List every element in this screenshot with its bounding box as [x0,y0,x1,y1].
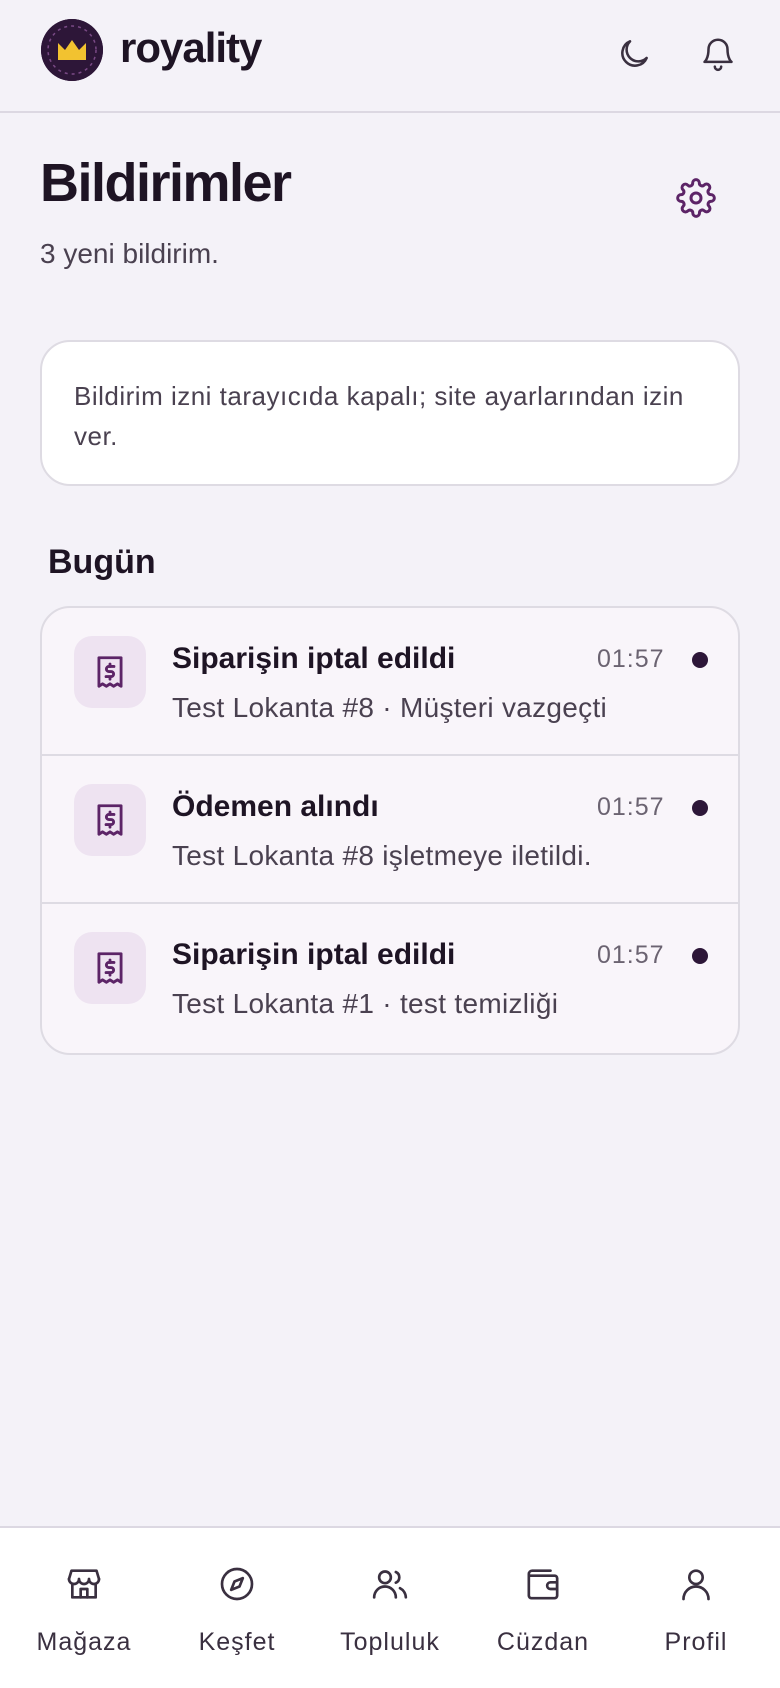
notification-title: Siparişin iptal edildi [172,938,456,971]
nav-item-store[interactable]: Mağaza [14,1564,154,1674]
nav-item-wallet[interactable]: Cüzdan [473,1564,613,1674]
notification-body: Test Lokanta #8 işletmeye iletildi. [172,840,592,871]
page-title: Bildirimler [40,153,292,213]
nav-label: Keşfet [198,1628,276,1656]
bottom-nav: Mağaza Keşfet Topluluk Cüzdan Profil [0,1526,780,1688]
nav-item-explore[interactable]: Keşfet [167,1564,307,1674]
user-icon [682,1569,710,1601]
section-label-today: Bugün [48,543,156,581]
compass-icon [220,1567,254,1601]
receipt-icon [74,636,146,708]
top-bar: royality [0,0,780,113]
notification-time: 01:57 [597,645,665,673]
nav-label: Profil [664,1628,728,1656]
nav-label: Cüzdan [496,1628,590,1656]
notification-body: Test Lokanta #8 · Müşteri vazgeçti [172,692,608,723]
wallet-icon [527,1569,559,1600]
dark-mode-toggle[interactable] [612,32,656,76]
notification-item[interactable]: Siparişin iptal edildi 01:57 Test Lokant… [42,904,738,1052]
receipt-icon [74,784,146,856]
nav-item-profile[interactable]: Profil [626,1564,766,1674]
unread-dot [692,948,708,964]
notification-item[interactable]: Ödemen alındı 01:57 Test Lokanta #8 işle… [42,756,738,904]
receipt-icon [74,932,146,1004]
notification-list: Siparişin iptal edildi 01:57 Test Lokant… [40,606,740,1055]
notification-title: Siparişin iptal edildi [172,642,456,675]
notification-time: 01:57 [597,793,665,821]
notification-body: Test Lokanta #1 · test temizliği [172,988,559,1019]
notifications-button[interactable] [696,32,740,76]
unread-count: 3 yeni bildirim. [40,238,219,269]
unread-dot [692,800,708,816]
gear-icon [676,178,716,218]
crown-icon [41,19,103,81]
moon-icon [621,40,648,67]
notification-time: 01:57 [597,941,665,969]
unread-dot [692,652,708,668]
nav-label: Mağaza [36,1628,132,1656]
users-icon [372,1570,408,1599]
brand-logo[interactable] [41,19,103,81]
bell-icon [703,38,733,72]
app: royality Bildirimler 3 yeni bildirim. Bi… [0,0,780,1688]
nav-label: Topluluk [340,1628,440,1656]
notification-item[interactable]: Siparişin iptal edildi 01:57 Test Lokant… [42,608,738,756]
notification-title: Ödemen alındı [172,790,379,823]
brand-name: royality [120,24,262,71]
nav-item-community[interactable]: Topluluk [320,1564,460,1674]
store-icon [67,1569,101,1599]
permission-notice: Bildirim izni tarayıcıda kapalı; site ay… [40,340,740,486]
settings-button[interactable] [672,174,720,222]
